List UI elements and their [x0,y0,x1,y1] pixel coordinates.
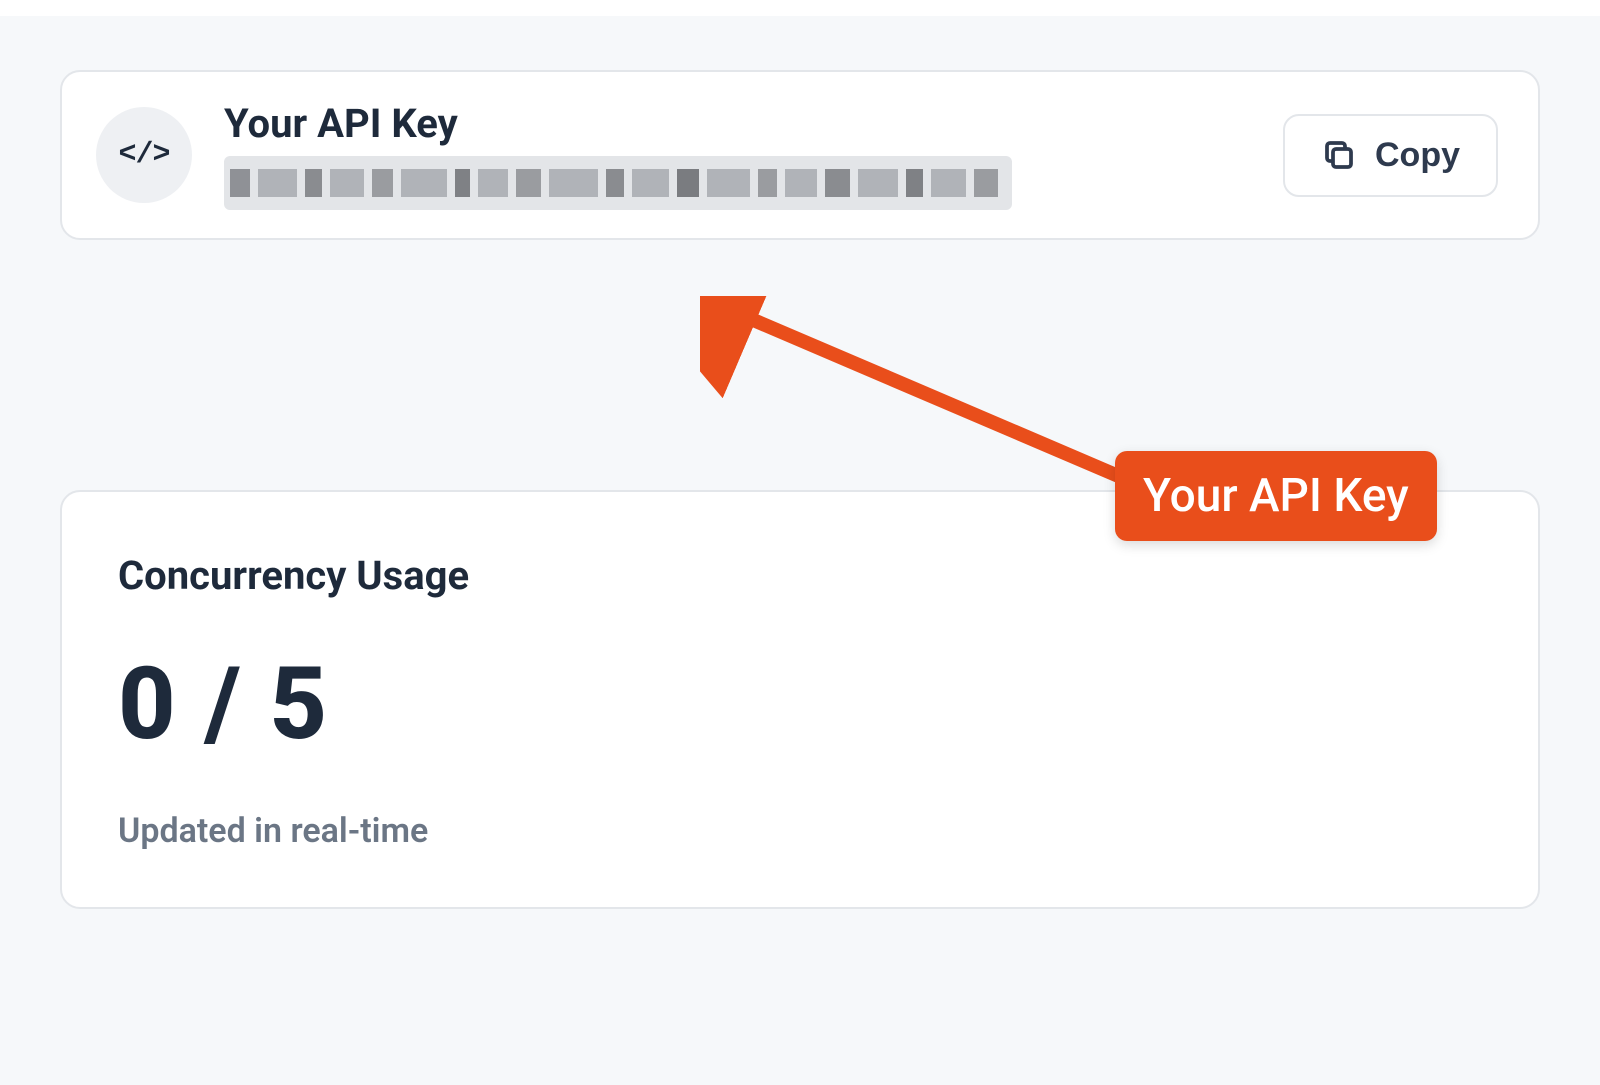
annotation-label: Your API Key [1115,451,1437,541]
copy-button[interactable]: Copy [1283,114,1498,197]
api-key-content: Your API Key [224,100,1251,210]
concurrency-title: Concurrency Usage [118,552,1482,599]
copy-icon [1321,137,1357,173]
api-key-label: Your API Key [224,100,1251,148]
blur-overlay [224,156,1012,210]
concurrency-value: 0 / 5 [118,655,1482,755]
code-icon: </> [118,138,169,172]
concurrency-note: Updated in real-time [118,811,1482,851]
copy-button-label: Copy [1375,136,1460,175]
page-background: </> Your API Key [0,16,1600,1085]
code-icon-circle: </> [96,107,192,203]
api-key-card: </> Your API Key [60,70,1540,240]
concurrency-card: Concurrency Usage 0 / 5 Updated in real-… [60,490,1540,909]
page-container: </> Your API Key [0,0,1600,1085]
api-key-value-blurred[interactable] [224,156,1012,210]
